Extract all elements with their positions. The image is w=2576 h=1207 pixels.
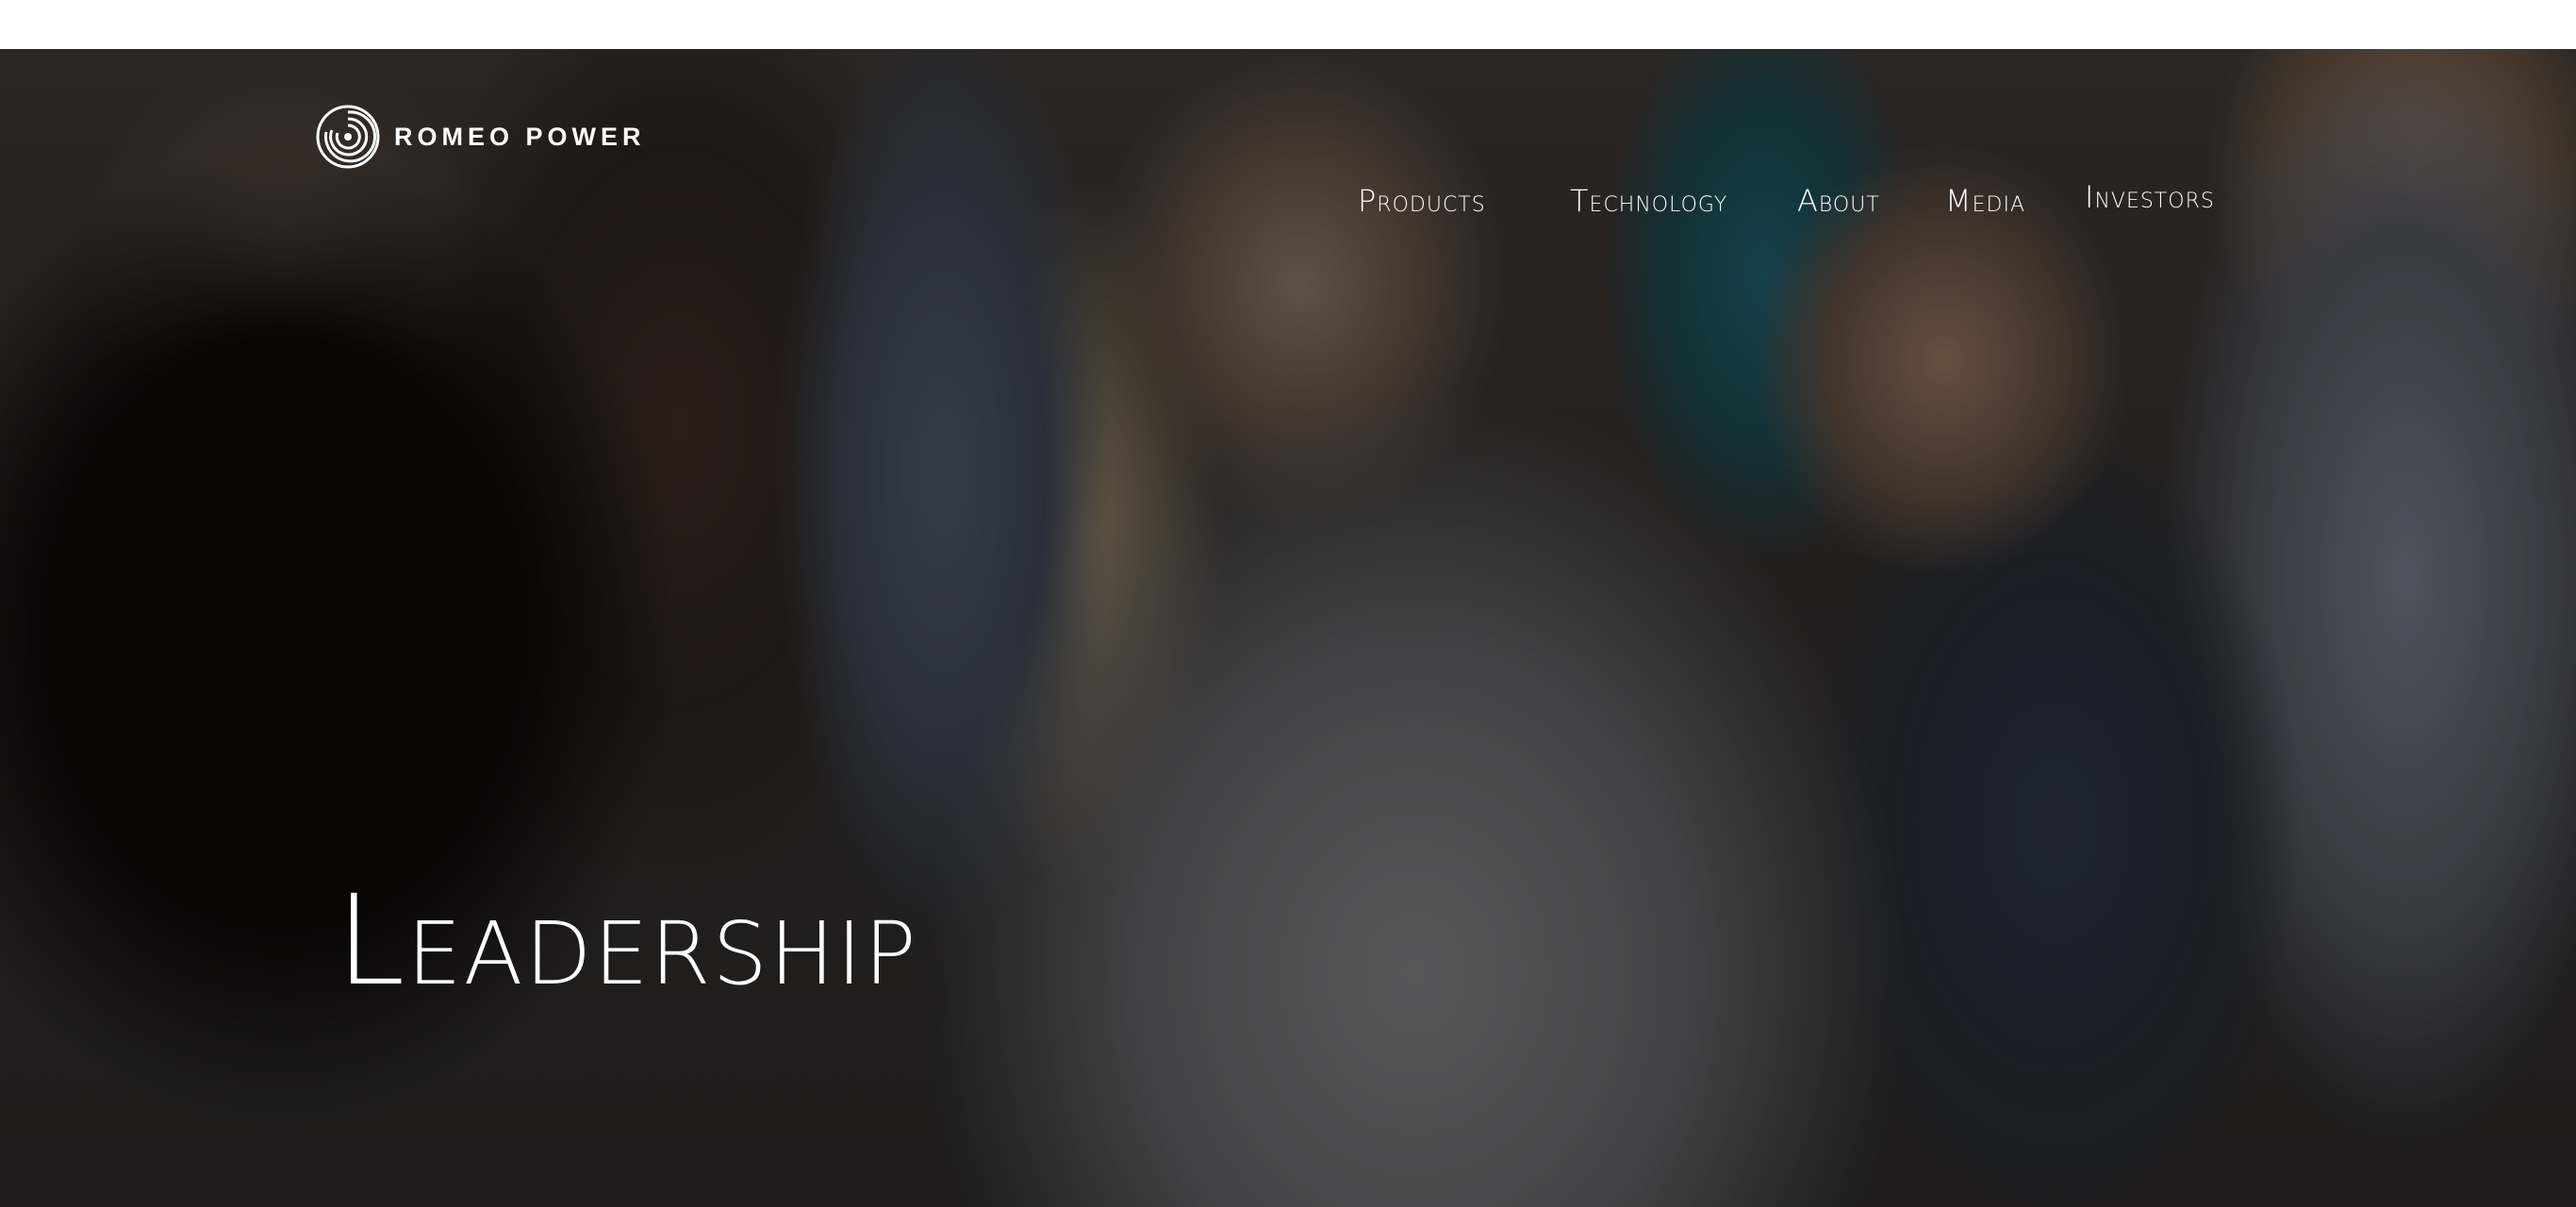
dark-overlay [0,49,2576,1207]
nav-item-products[interactable]: Products [1358,183,1486,219]
nav-item-investors[interactable]: Investors [2085,179,2215,215]
nav-item-media[interactable]: Media [1945,183,2025,219]
top-white-strip [0,0,2576,49]
nav-item-about[interactable]: About [1797,183,1880,219]
nav-item-technology[interactable]: Technology [1570,183,1727,219]
page-title: Leadership [336,868,918,1014]
main-nav: Products Technology About Media Investor… [0,136,2576,219]
hero-section: ROMEO POWER Products Technology About Me… [0,49,2576,1207]
